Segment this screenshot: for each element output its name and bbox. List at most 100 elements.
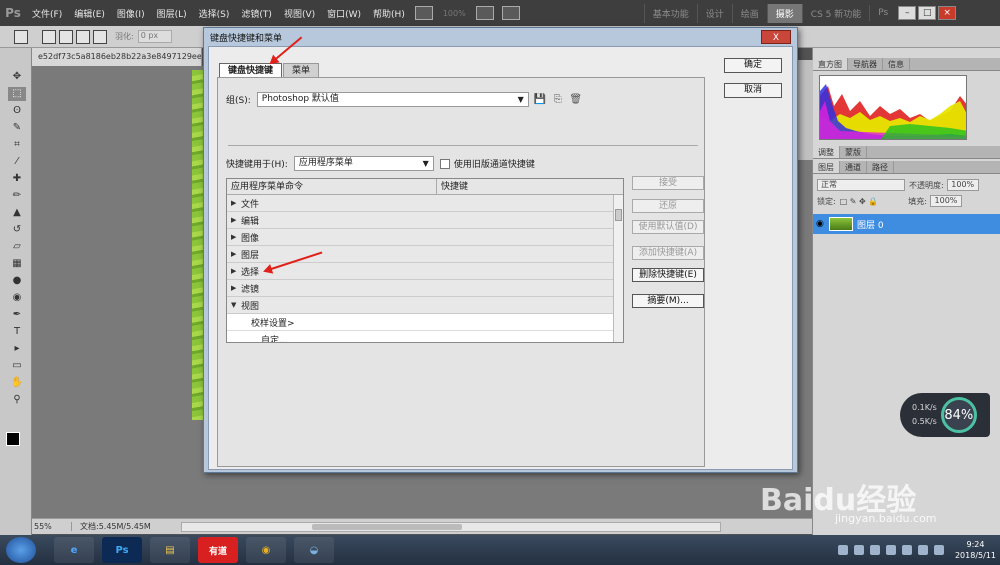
history-brush-tool-icon[interactable]: ↺ bbox=[8, 223, 26, 237]
workspace-design[interactable]: 设计 bbox=[696, 3, 732, 23]
table-row[interactable]: 校样设置> bbox=[227, 314, 613, 331]
undo-button[interactable]: 还原 bbox=[632, 199, 704, 213]
zoom-tool-icon[interactable]: ⚲ bbox=[8, 393, 26, 407]
cancel-button[interactable]: 取消 bbox=[724, 83, 782, 98]
table-row[interactable]: ▶ 编辑 bbox=[227, 212, 613, 229]
zoom-level-select[interactable]: 100% bbox=[443, 9, 466, 18]
close-app-button[interactable]: × bbox=[938, 6, 957, 20]
screen-mode-icon[interactable] bbox=[414, 6, 433, 20]
eyedropper-tool-icon[interactable]: ⁄ bbox=[8, 155, 26, 169]
tab-channels[interactable]: 通道 bbox=[840, 161, 867, 173]
tab-menus[interactable]: 菜单 bbox=[283, 63, 320, 77]
tray-app-icon[interactable] bbox=[837, 545, 848, 555]
clone-stamp-tool-icon[interactable]: ▲ bbox=[8, 206, 26, 220]
tray-shield-icon[interactable] bbox=[869, 545, 880, 555]
tray-app-icon[interactable] bbox=[885, 545, 896, 555]
table-row-expanded[interactable]: ▼ 视图 bbox=[227, 297, 613, 314]
table-row[interactable]: ▶ 图层 bbox=[227, 246, 613, 263]
scrollbar-thumb[interactable] bbox=[311, 523, 462, 530]
type-tool-icon[interactable]: T bbox=[8, 325, 26, 339]
subtract-selection-icon[interactable] bbox=[76, 29, 90, 44]
photo-viewer-icon[interactable]: ◒ bbox=[294, 537, 334, 563]
crop-tool-icon[interactable]: ⌗ bbox=[8, 138, 26, 152]
delete-set-icon[interactable]: 🗑 bbox=[569, 93, 583, 106]
summarize-button[interactable]: 摘要(M)... bbox=[632, 294, 704, 308]
legacy-channel-checkbox[interactable] bbox=[439, 158, 450, 169]
quick-select-tool-icon[interactable]: ✎ bbox=[8, 121, 26, 135]
ie-icon[interactable]: e bbox=[54, 537, 94, 563]
menu-layer[interactable]: 图层(L) bbox=[151, 7, 193, 20]
tab-adjustments[interactable]: 调整 bbox=[813, 146, 840, 158]
expand-triangle-icon[interactable]: ▶ bbox=[231, 267, 241, 275]
column-header-command[interactable]: 应用程序菜单命令 bbox=[227, 179, 437, 194]
tab-info[interactable]: 信息 bbox=[883, 58, 910, 70]
lock-icons[interactable]: □ ✎ ✥ 🔒 bbox=[840, 197, 879, 206]
shortcuts-for-select[interactable]: 应用程序菜单 ▼ bbox=[293, 156, 434, 171]
tray-app-icon[interactable] bbox=[917, 545, 928, 555]
tray-app-icon[interactable] bbox=[853, 545, 864, 555]
youdao-taskbar-button[interactable]: 有道 bbox=[198, 537, 238, 563]
intersect-selection-icon[interactable] bbox=[93, 29, 107, 44]
taskbar-clock[interactable]: 9:24 2018/5/11 bbox=[955, 539, 996, 561]
menu-select[interactable]: 选择(S) bbox=[193, 7, 236, 20]
blur-tool-icon[interactable]: ● bbox=[8, 274, 26, 288]
workspace-cs5-new[interactable]: CS 5 新功能 bbox=[801, 3, 869, 23]
healing-brush-tool-icon[interactable]: ✚ bbox=[8, 172, 26, 186]
tray-volume-icon[interactable] bbox=[933, 545, 944, 555]
start-button[interactable] bbox=[6, 537, 36, 563]
table-row[interactable]: ▶ 图像 bbox=[227, 229, 613, 246]
expand-triangle-icon[interactable]: ▶ bbox=[231, 284, 241, 292]
table-row[interactable]: ▶ 文件 bbox=[227, 195, 613, 212]
collapse-triangle-icon[interactable]: ▼ bbox=[231, 301, 241, 309]
menu-filter[interactable]: 滤镜(T) bbox=[235, 7, 278, 20]
folder-icon[interactable]: ▤ bbox=[150, 537, 190, 563]
eye-icon[interactable]: ◉ bbox=[816, 219, 824, 229]
workspace-photography[interactable]: 摄影 bbox=[766, 3, 802, 23]
document-tab[interactable]: e52df73c5a8186eb28b22a3e8497129ee2 bbox=[32, 48, 202, 66]
delete-shortcut-button[interactable]: 删除快捷键(E) bbox=[632, 268, 704, 282]
menu-help[interactable]: 帮助(H) bbox=[367, 7, 411, 20]
zoom-field[interactable]: 55% bbox=[32, 522, 72, 531]
expand-triangle-icon[interactable]: ▶ bbox=[231, 216, 241, 224]
accept-button[interactable]: 接受 bbox=[632, 176, 704, 190]
move-tool-icon[interactable]: ✥ bbox=[8, 70, 26, 84]
opacity-field[interactable]: 100% bbox=[946, 179, 979, 191]
blend-mode-select[interactable]: 正常 bbox=[817, 179, 905, 191]
add-selection-icon[interactable] bbox=[59, 29, 73, 44]
tab-masks[interactable]: 蒙版 bbox=[840, 146, 867, 158]
table-row[interactable]: 自定... bbox=[227, 331, 613, 342]
chrome-icon[interactable]: ◉ bbox=[246, 537, 286, 563]
new-set-icon[interactable]: ⎘ bbox=[551, 93, 565, 106]
group-select[interactable]: Photoshop 默认值 ▼ bbox=[256, 92, 529, 107]
eraser-tool-icon[interactable]: ▱ bbox=[8, 240, 26, 254]
brush-tool-icon[interactable]: ✏ bbox=[8, 189, 26, 203]
vertical-scrollbar[interactable] bbox=[613, 195, 623, 342]
tab-navigator[interactable]: 导航器 bbox=[848, 58, 883, 70]
expand-triangle-icon[interactable]: ▶ bbox=[231, 250, 241, 258]
menu-file[interactable]: 文件(F) bbox=[26, 7, 68, 20]
menu-image[interactable]: 图像(I) bbox=[111, 7, 151, 20]
horizontal-scrollbar[interactable] bbox=[180, 521, 721, 532]
gradient-tool-icon[interactable]: ▦ bbox=[8, 257, 26, 271]
marquee-preset-icon[interactable] bbox=[14, 29, 28, 44]
workspace-painting[interactable]: 绘画 bbox=[731, 3, 767, 23]
foreground-color-swatch[interactable] bbox=[6, 432, 20, 446]
ok-button[interactable]: 确定 bbox=[724, 58, 782, 73]
menu-view[interactable]: 视图(V) bbox=[278, 7, 321, 20]
new-selection-icon[interactable] bbox=[42, 29, 56, 44]
add-shortcut-button[interactable]: 添加快捷键(A) bbox=[632, 246, 704, 260]
menu-window[interactable]: 窗口(W) bbox=[321, 7, 367, 20]
extras-icon[interactable] bbox=[501, 6, 520, 20]
scrollbar-thumb[interactable] bbox=[615, 209, 622, 221]
workspace-essentials[interactable]: 基本功能 bbox=[643, 3, 697, 23]
save-set-icon[interactable]: 💾 bbox=[533, 93, 547, 106]
shape-tool-icon[interactable]: ▭ bbox=[8, 359, 26, 373]
marquee-tool-icon[interactable]: ⬚ bbox=[8, 87, 26, 101]
tab-paths[interactable]: 路径 bbox=[867, 161, 894, 173]
layer-row[interactable]: ◉ 图层 0 bbox=[813, 214, 1000, 234]
dodge-tool-icon[interactable]: ◉ bbox=[8, 291, 26, 305]
tab-histogram[interactable]: 直方图 bbox=[813, 58, 848, 70]
expand-triangle-icon[interactable]: ▶ bbox=[231, 233, 241, 241]
photoshop-taskbar-button[interactable]: Ps bbox=[102, 537, 142, 563]
tab-layers[interactable]: 图层 bbox=[813, 161, 840, 173]
